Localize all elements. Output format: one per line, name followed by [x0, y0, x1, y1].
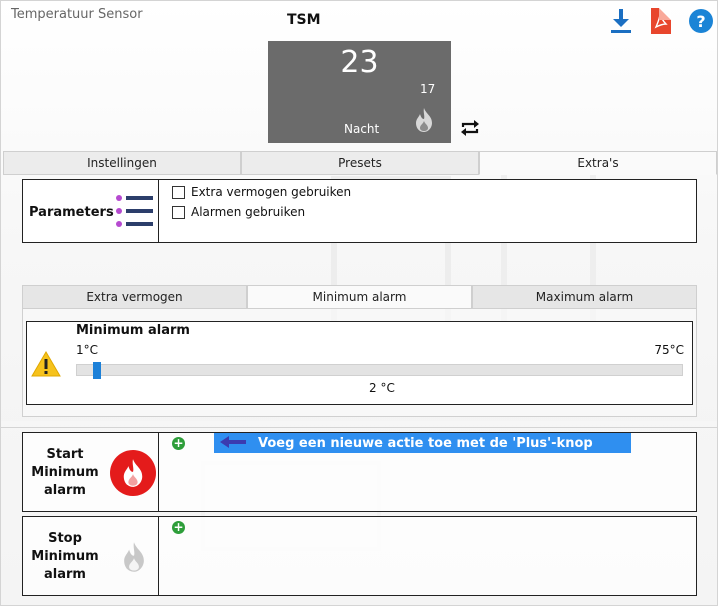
parameters-label-cell: Parameters: [23, 180, 159, 242]
warning-icon: [31, 351, 61, 377]
tab-maximum-alarm[interactable]: Maximum alarm: [472, 285, 697, 309]
app-window: Temperatuur Sensor ? TSM 23 17 Nacht Ins…: [0, 0, 718, 606]
stop-label-cell: Stop Minimum alarm: [23, 517, 159, 595]
add-start-action-button[interactable]: +: [172, 437, 185, 450]
flame-icon: [413, 107, 435, 133]
checkbox-box[interactable]: [172, 185, 185, 199]
section-divider: [1, 427, 717, 428]
alarms-checkbox[interactable]: Alarmen gebruiken: [172, 205, 305, 219]
alarm-sub-tabs: Extra vermogen Minimum alarm Maximum ala…: [22, 285, 697, 309]
arrow-left-icon: [220, 435, 246, 449]
extra-power-checkbox[interactable]: Extra vermogen gebruiken: [172, 185, 351, 199]
checkbox-label: Alarmen gebruiken: [191, 205, 306, 219]
alarm-title: Minimum alarm: [76, 323, 190, 338]
alarm-threshold-slider[interactable]: [76, 362, 683, 379]
thermostat-display[interactable]: 23 17 Nacht: [268, 41, 451, 143]
pdf-icon[interactable]: [648, 7, 674, 35]
checkbox-box[interactable]: [172, 205, 185, 219]
help-icon[interactable]: ?: [688, 7, 714, 35]
slider-value-label: 2 °C: [369, 381, 395, 395]
start-alarm-actions: Start Minimum alarm + Voeg een nieuwe ac…: [22, 432, 697, 512]
parameters-panel: Parameters Extra vermogen gebruiken Alar…: [22, 179, 697, 243]
current-temperature: 23: [340, 45, 379, 80]
start-label-cell: Start Minimum alarm: [23, 433, 159, 511]
settings-list-icon: [115, 194, 155, 228]
start-label: Start Minimum alarm: [31, 447, 99, 498]
main-tabs: Instellingen Presets Extra's: [3, 151, 717, 175]
hint-banner: Voeg een nieuwe actie toe met de 'Plus'-…: [214, 433, 631, 453]
tab-minimum-alarm[interactable]: Minimum alarm: [247, 285, 472, 309]
tab-instellingen[interactable]: Instellingen: [3, 151, 241, 175]
thermostat-mode: Nacht: [344, 122, 380, 136]
parameters-title: Parameters: [29, 205, 114, 220]
fire-alarm-icon: [110, 450, 156, 496]
device-name: TSM: [287, 12, 321, 28]
tab-extra-vermogen[interactable]: Extra vermogen: [22, 285, 247, 309]
download-icon[interactable]: [608, 7, 634, 35]
minimum-alarm-panel: Minimum alarm 1°C 75°C 2 °C: [26, 321, 693, 405]
tab-presets[interactable]: Presets: [241, 151, 479, 175]
tab-extras[interactable]: Extra's: [479, 151, 717, 175]
checkbox-label: Extra vermogen gebruiken: [191, 185, 352, 199]
window-title: Temperatuur Sensor: [11, 7, 143, 22]
stop-alarm-actions: Stop Minimum alarm +: [22, 516, 697, 596]
hint-text: Voeg een nieuwe actie toe met de 'Plus'-…: [258, 436, 593, 451]
swap-icon[interactable]: [460, 119, 480, 137]
fire-off-icon: [119, 541, 151, 573]
help-glyph: ?: [689, 9, 713, 33]
slider-min-label: 1°C: [76, 343, 99, 357]
stop-label: Stop Minimum alarm: [31, 531, 99, 582]
slider-thumb[interactable]: [93, 362, 102, 379]
slider-max-label: 75°C: [654, 343, 684, 357]
setpoint-temperature: 17: [420, 82, 436, 96]
add-stop-action-button[interactable]: +: [172, 521, 185, 534]
